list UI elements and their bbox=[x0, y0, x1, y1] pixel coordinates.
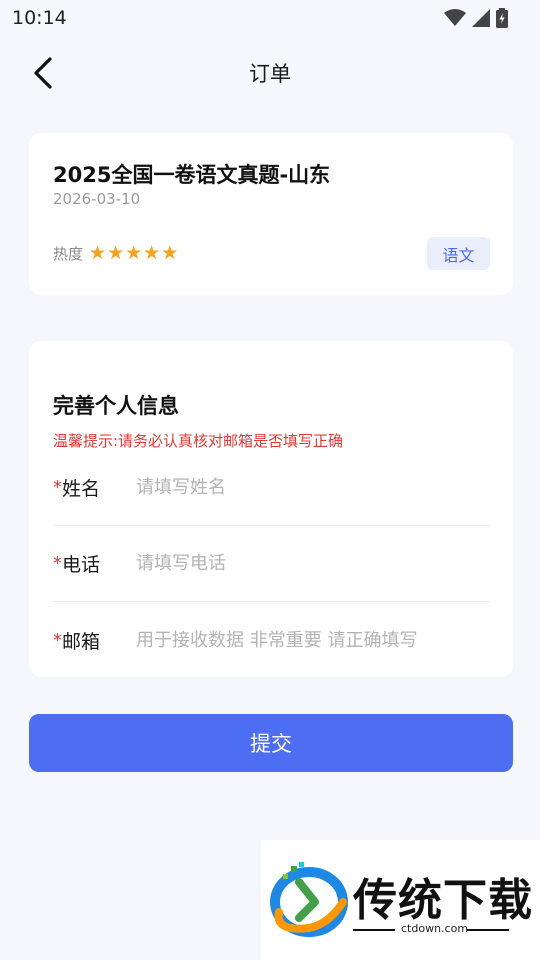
submit-button[interactable]: 提交 bbox=[29, 714, 513, 772]
subject-tag: 语文 bbox=[427, 237, 490, 270]
chevron-left-icon bbox=[34, 57, 52, 89]
required-mark: * bbox=[53, 553, 62, 574]
ctdown-logo-icon bbox=[270, 862, 348, 937]
star-icon: ★ bbox=[89, 242, 107, 264]
name-input[interactable] bbox=[136, 477, 486, 498]
watermark-brand: 传统下载 bbox=[353, 875, 533, 926]
signal-icon bbox=[472, 9, 490, 27]
star-rating: ★ ★ ★ ★ ★ bbox=[89, 244, 178, 263]
status-bar: 10:14 bbox=[0, 0, 540, 36]
star-icon: ★ bbox=[161, 242, 179, 264]
info-form-card: 完善个人信息 温馨提示:请务必认真核对邮箱是否填写正确 * 姓名 * 电话 * … bbox=[29, 341, 513, 677]
name-label: 姓名 bbox=[62, 478, 101, 500]
phone-label: 电话 bbox=[62, 554, 101, 576]
battery-icon bbox=[496, 8, 508, 28]
product-date: 2026-03-10 bbox=[53, 190, 141, 208]
phone-input[interactable] bbox=[136, 553, 486, 574]
product-card: 2025全国一卷语文真题-山东 2026-03-10 热度 ★ ★ ★ ★ ★ 语文 bbox=[29, 133, 513, 295]
email-input[interactable] bbox=[136, 629, 486, 651]
status-icons bbox=[444, 8, 508, 28]
watermark-domain: ctdown.com bbox=[401, 922, 469, 935]
watermark-line-right bbox=[467, 929, 509, 931]
nav-bar: 订单 bbox=[0, 48, 540, 98]
watermark-line-left bbox=[353, 929, 395, 931]
wifi-icon bbox=[444, 9, 466, 26]
product-title: 2025全国一卷语文真题-山东 bbox=[53, 163, 331, 187]
email-row: * 邮箱 bbox=[53, 602, 490, 678]
name-row: * 姓名 bbox=[53, 450, 490, 526]
status-time: 10:14 bbox=[12, 7, 67, 29]
star-icon: ★ bbox=[107, 242, 125, 264]
form-title: 完善个人信息 bbox=[53, 394, 179, 418]
watermark-logo: 传统下载 ctdown.com bbox=[261, 840, 540, 960]
back-button[interactable] bbox=[26, 56, 60, 90]
form-tip: 温馨提示:请务必认真核对邮箱是否填写正确 bbox=[53, 432, 344, 450]
phone-row: * 电话 bbox=[53, 526, 490, 602]
star-icon: ★ bbox=[143, 242, 161, 264]
hot-rating-row: 热度 ★ ★ ★ ★ ★ bbox=[53, 243, 178, 264]
page-title: 订单 bbox=[249, 62, 291, 86]
required-mark: * bbox=[53, 629, 62, 651]
required-mark: * bbox=[53, 477, 62, 498]
star-icon: ★ bbox=[125, 242, 143, 264]
email-label: 邮箱 bbox=[62, 630, 101, 653]
hot-label: 热度 bbox=[53, 245, 84, 263]
